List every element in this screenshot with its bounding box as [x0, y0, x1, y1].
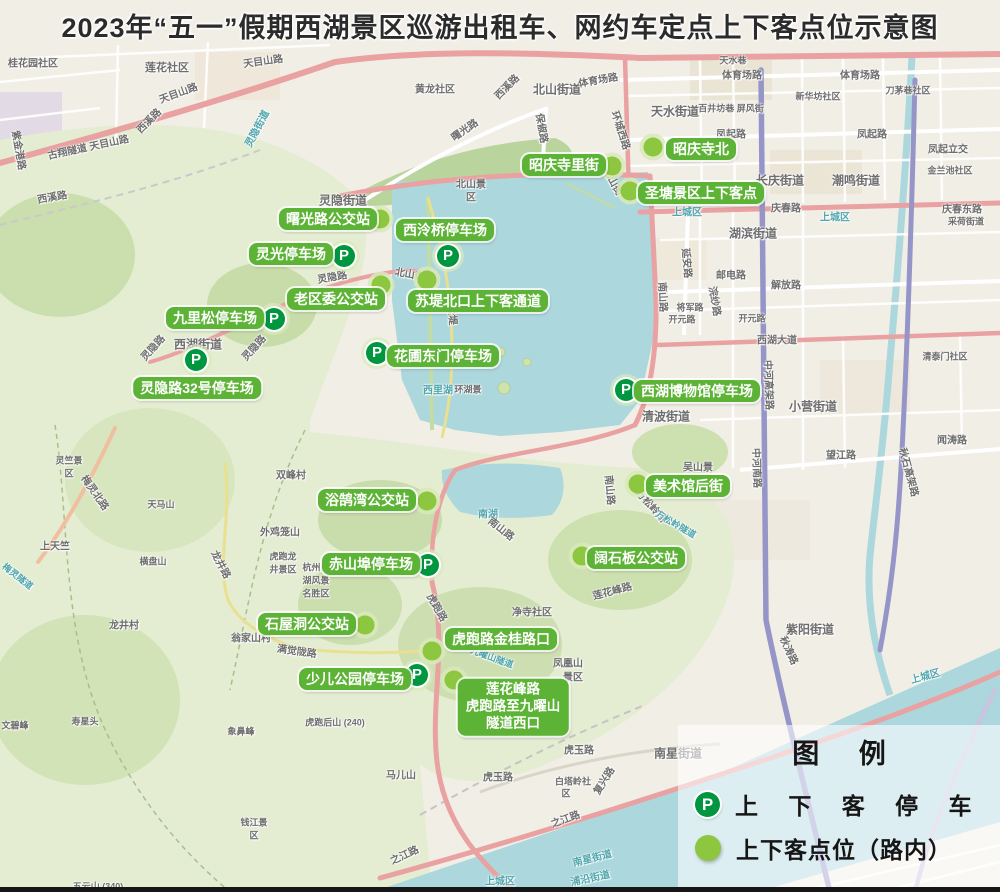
legend-item-point: 上下客点位（路内） [695, 831, 952, 865]
parking-legend-icon: P [695, 792, 720, 817]
image-bottom-border [0, 887, 1000, 892]
marker-label: 西泠桥停车场 [396, 219, 494, 241]
page-title: 2023年“五一”假期西湖景区巡游出租车、网约车定点上下客点位示意图 [0, 6, 1000, 45]
pickup-point-marker-icon [356, 616, 375, 635]
legend-title: 图 例 [678, 732, 1000, 771]
marker-label: 老区委公交站 [287, 288, 385, 310]
legend-panel: 图 例 P 上 下 客 停 车 场 上下客点位（路内） [678, 725, 1000, 887]
pickup-point-marker-icon [423, 642, 442, 661]
marker-label: 莲花峰路 虎跑路至九曜山 隧道西口 [458, 679, 569, 736]
marker-label: 昭庆寺北 [666, 138, 736, 160]
marker-label: 花圃东门停车场 [387, 345, 499, 367]
marker-label: 阔石板公交站 [587, 547, 685, 569]
parking-marker-icon: P [366, 342, 388, 364]
pickup-point-marker-icon [418, 492, 437, 511]
map-canvas: 桂花园社区莲花社区天目山路天目山路古翔隧道 天目山路西溪路西溪路西溪路紫金港路黄… [0, 0, 1000, 892]
marker-label: 石屋洞公交站 [258, 613, 356, 635]
parking-marker-icon: P [263, 308, 285, 330]
legend-item-label: 上 下 客 停 车 场 [735, 787, 1000, 821]
marker-label: 灵隐路32号停车场 [133, 377, 261, 399]
pickup-point-marker-icon [629, 475, 648, 494]
marker-label: 圣塘景区上下客点 [638, 182, 764, 204]
legend-item-label: 上下客点位（路内） [736, 831, 952, 865]
pickup-point-marker-icon [418, 271, 437, 290]
marker-label: 赤山埠停车场 [322, 553, 420, 575]
marker-label: 美术馆后街 [646, 475, 730, 497]
marker-label: 西湖博物馆停车场 [634, 380, 760, 402]
parking-marker-icon: P [185, 349, 207, 371]
marker-label: 浴鹄湾公交站 [318, 489, 416, 511]
pickup-point-legend-icon [695, 835, 721, 861]
marker-label: 苏堤北口上下客通道 [408, 290, 548, 312]
parking-marker-icon: P [417, 554, 439, 576]
marker-label: 曙光路公交站 [279, 208, 377, 230]
marker-label: 少儿公园停车场 [299, 668, 411, 690]
marker-label: 昭庆寺里街 [522, 154, 606, 176]
pickup-point-marker-icon [644, 138, 663, 157]
marker-label: 虎跑路金桂路口 [445, 628, 557, 650]
marker-label: 九里松停车场 [166, 307, 264, 329]
parking-marker-icon: P [333, 245, 355, 267]
pickup-point-marker-icon [621, 182, 640, 201]
marker-label: 灵光停车场 [249, 243, 333, 265]
legend-item-parking: P 上 下 客 停 车 场 [695, 787, 1000, 821]
parking-marker-icon: P [437, 245, 459, 267]
